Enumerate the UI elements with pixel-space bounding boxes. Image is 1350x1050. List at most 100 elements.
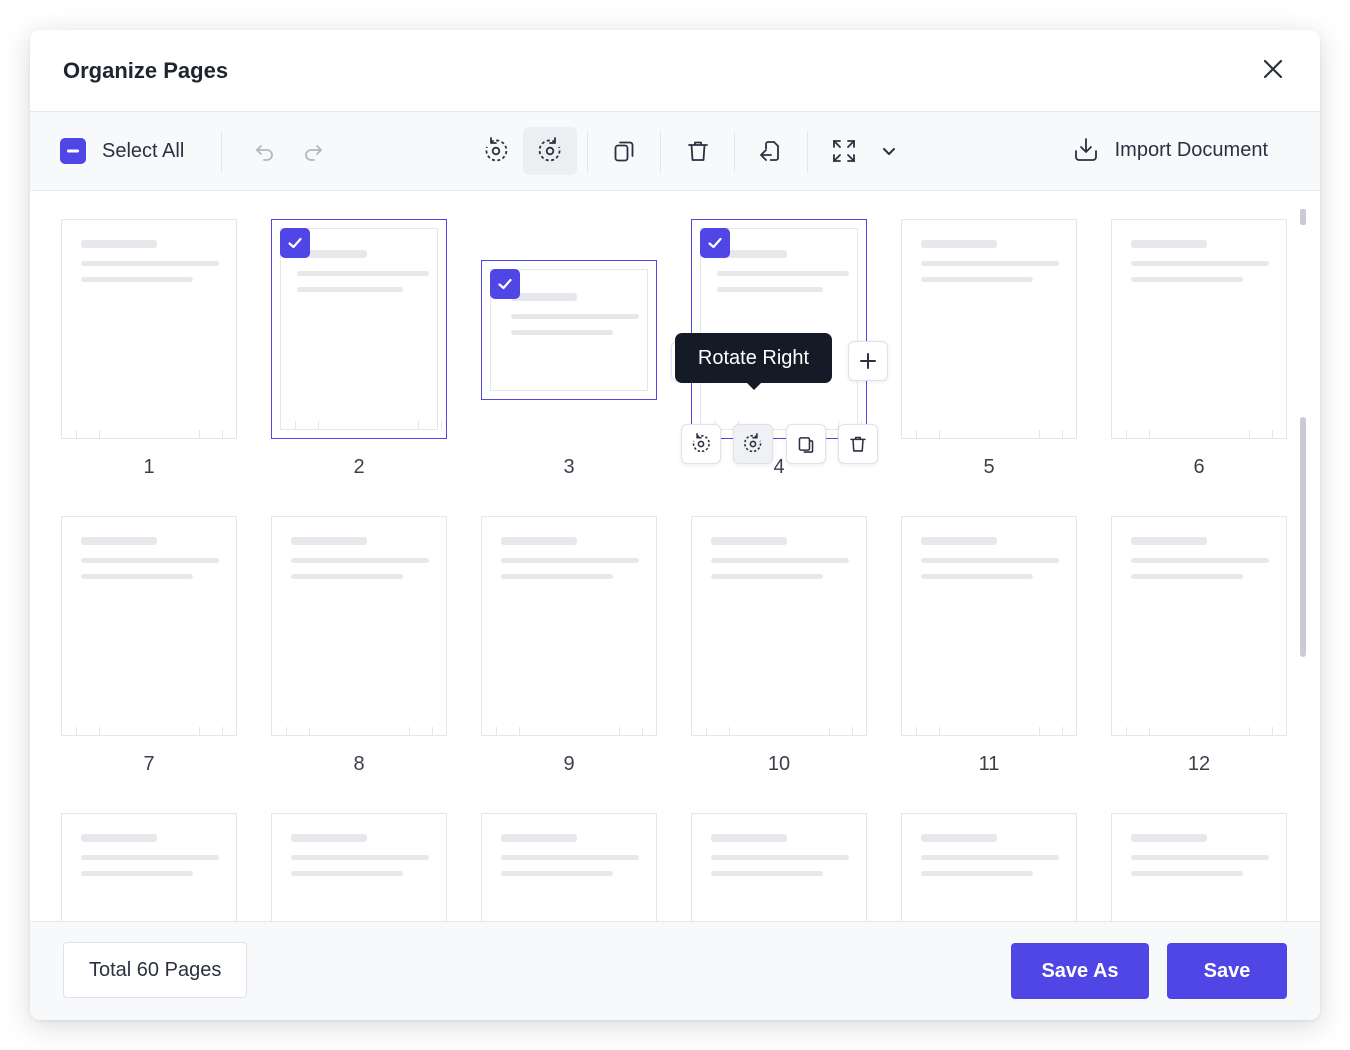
insert-page-after-button[interactable]	[848, 341, 888, 381]
page-number-label: 6	[1193, 456, 1205, 478]
page-content-line	[81, 277, 193, 282]
page-checkbox-checked[interactable]	[700, 228, 730, 258]
page-content-line	[511, 293, 577, 301]
page-content-line	[81, 261, 219, 266]
page-thumbnail[interactable]	[691, 219, 867, 439]
close-icon	[1263, 59, 1283, 79]
page-content-line	[711, 558, 849, 563]
page-thumbnail[interactable]	[901, 219, 1077, 439]
page-thumbnail[interactable]	[691, 516, 867, 736]
page-number-label: 7	[143, 753, 155, 775]
page-number-label: 5	[983, 456, 995, 478]
page-content-line	[1131, 855, 1269, 860]
page-thumbnail[interactable]	[691, 813, 867, 922]
page-thumbnail[interactable]	[1111, 219, 1287, 439]
page-number-label: 9	[563, 753, 575, 775]
page-content-line	[291, 834, 367, 842]
select-all-checkbox[interactable]: Select All	[60, 138, 184, 164]
page-content-line	[1131, 277, 1243, 282]
page-thumbnail[interactable]	[61, 813, 237, 922]
page-thumbnail[interactable]	[901, 813, 1077, 922]
page-content-line	[501, 871, 613, 876]
import-document-label: Import Document	[1114, 138, 1268, 161]
page-content-line	[1131, 558, 1269, 563]
page-content-line	[1131, 834, 1207, 842]
page-ruler-ticks	[62, 429, 236, 438]
page-content-line	[921, 574, 1033, 579]
page-content-line	[921, 277, 1033, 282]
dialog-header: Organize Pages	[30, 30, 1320, 112]
page-rotate-left-button[interactable]	[681, 424, 721, 464]
toolbar: Select All Import Document	[30, 112, 1320, 191]
page-thumbnail[interactable]	[271, 516, 447, 736]
page-content-line	[81, 855, 219, 860]
toolbar-divider	[807, 132, 808, 172]
page-thumbnail[interactable]	[481, 260, 657, 400]
select-all-label: Select All	[102, 139, 185, 162]
page-content-line	[501, 574, 613, 579]
page-checkbox-checked[interactable]	[280, 228, 310, 258]
duplicate-button[interactable]	[600, 127, 648, 175]
delete-button[interactable]	[674, 127, 722, 175]
page-thumbnail[interactable]	[61, 219, 237, 439]
fullscreen-button[interactable]	[820, 127, 868, 175]
page-thumbnail[interactable]	[271, 813, 447, 922]
page-thumbnail[interactable]	[61, 516, 237, 736]
rotate-left-button[interactable]	[470, 127, 522, 175]
page-delete-button[interactable]	[838, 424, 878, 464]
page-content-line	[1131, 240, 1207, 248]
redo-button[interactable]	[299, 134, 327, 168]
page-content-line	[921, 855, 1059, 860]
scrollbar-up-arrow[interactable]	[1300, 209, 1306, 225]
page-rotate-right-button[interactable]	[733, 424, 773, 464]
page-thumbnail[interactable]	[901, 516, 1077, 736]
rotate-right-button[interactable]	[523, 127, 577, 175]
page-content-line	[291, 855, 429, 860]
page-content-line	[501, 558, 639, 563]
page-thumbnail[interactable]	[481, 516, 657, 736]
page-content-line	[711, 871, 823, 876]
page-content-line	[711, 855, 849, 860]
page-content-line	[1131, 261, 1269, 266]
page-content-line	[81, 834, 157, 842]
scrollbar-thumb[interactable]	[1300, 417, 1306, 657]
vertical-scrollbar[interactable]	[1300, 209, 1306, 909]
page-thumbnail[interactable]	[271, 219, 447, 439]
page-content-line	[717, 287, 823, 292]
page-content-line	[711, 834, 787, 842]
duplicate-icon	[798, 437, 814, 453]
page-ruler-ticks	[272, 726, 446, 735]
page-content-line	[501, 834, 577, 842]
page-number-label: 8	[353, 753, 365, 775]
close-button[interactable]	[1260, 56, 1286, 82]
rotate-right-icon	[538, 137, 561, 162]
page-thumbnail[interactable]	[481, 813, 657, 922]
page-number-label: 10	[767, 753, 791, 775]
save-as-button[interactable]: Save As	[1011, 943, 1149, 999]
page-content-line	[921, 261, 1059, 266]
page-thumbnail[interactable]	[1111, 516, 1287, 736]
undo-button[interactable]	[251, 134, 279, 168]
trash-icon	[688, 141, 708, 161]
undo-icon	[256, 145, 273, 161]
page-number-label: 1	[143, 456, 155, 478]
extract-pages-button[interactable]	[746, 127, 794, 175]
page-checkbox-checked[interactable]	[490, 269, 520, 299]
page-duplicate-button[interactable]	[786, 424, 826, 464]
page-number-label: 2	[353, 456, 365, 478]
extract-page-icon	[760, 141, 779, 161]
page-ruler-ticks	[1112, 429, 1286, 438]
page-content-line	[1131, 537, 1207, 545]
rotate-right-tooltip: Rotate Right	[675, 333, 832, 390]
trash-icon	[850, 436, 866, 452]
page-thumbnail[interactable]	[1111, 813, 1287, 922]
save-button[interactable]: Save	[1167, 943, 1287, 999]
more-options-dropdown[interactable]	[874, 134, 904, 168]
page-ruler-ticks	[482, 726, 656, 735]
indeterminate-checkbox-icon	[60, 138, 86, 164]
import-document-button[interactable]: Import Document	[1073, 136, 1268, 164]
page-content-line	[501, 537, 577, 545]
page-content-line	[711, 537, 787, 545]
page-inner-preview	[280, 228, 442, 430]
page-content-line	[297, 271, 429, 276]
